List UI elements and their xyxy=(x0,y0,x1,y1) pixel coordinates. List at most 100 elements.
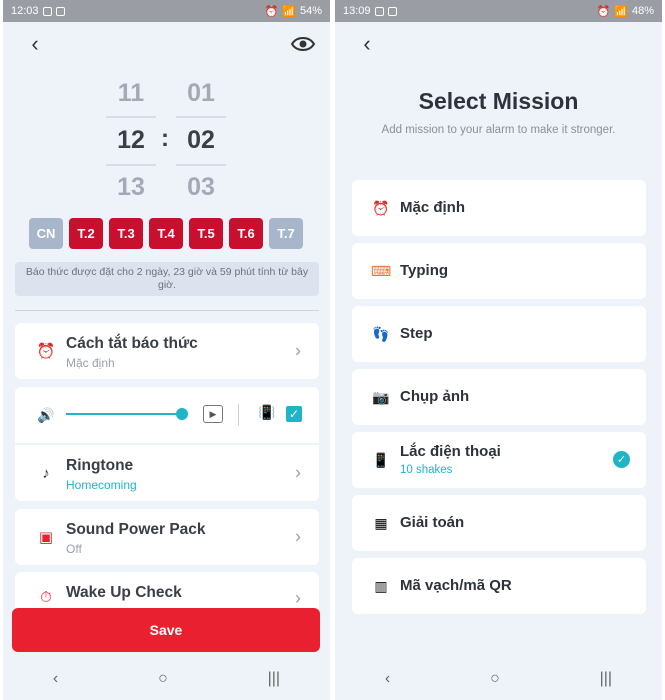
top-bar: ‹ xyxy=(3,22,330,66)
picker-line xyxy=(176,164,226,166)
mission-barcode[interactable]: ▥ Mã vạch/mã QR xyxy=(352,558,646,614)
nav-back-icon[interactable]: ‹ xyxy=(385,670,390,688)
mission-label: Step xyxy=(400,325,433,342)
wifi-icon: 📶 xyxy=(614,5,628,18)
speaker-icon: 🔊 xyxy=(37,407,55,423)
minute-selected: 02 xyxy=(187,126,215,154)
volume-row: 🔊 ▶ 📳 ✓ xyxy=(15,387,319,443)
alarm-clock-icon: ⏰ xyxy=(36,343,56,360)
info-line-1: Báo thức được đặt cho 2 ngày, 23 giờ và … xyxy=(25,266,309,278)
nav-home-icon[interactable]: ○ xyxy=(490,670,500,688)
alarm-info-banner: Báo thức được đặt cho 2 ngày, 23 giờ và … xyxy=(15,262,319,296)
top-bar: ‹ xyxy=(335,22,662,66)
picker-line xyxy=(106,116,156,118)
hour-selected: 12 xyxy=(117,126,145,154)
play-preview-button[interactable]: ▶ xyxy=(203,405,223,423)
select-mission-screen: 13:09 ⏰ 📶 48% ‹ Select Mission Add mission… xyxy=(335,0,662,700)
status-time: 13:09 xyxy=(343,5,371,17)
alarm-status-icon: ⏰ xyxy=(596,5,611,18)
status-bar: 13:09 ⏰ 📶 48% xyxy=(335,0,662,22)
calculator-icon: ▦ xyxy=(374,514,388,531)
day-t3[interactable]: T.3 xyxy=(109,218,143,249)
mission-math[interactable]: ▦ Giải toán xyxy=(352,495,646,551)
day-cn[interactable]: CN xyxy=(29,218,63,249)
mission-label: Typing xyxy=(400,262,449,279)
sound-power-pack-row[interactable]: ▣ Sound Power Pack Off › xyxy=(15,509,319,565)
nav-recents-icon[interactable]: ||| xyxy=(600,670,612,688)
picker-line xyxy=(106,164,156,166)
mission-label: Chụp ảnh xyxy=(400,388,470,405)
hour-wheel[interactable]: 11 12 13 xyxy=(106,70,156,211)
hour-next: 13 xyxy=(117,173,145,201)
day-t6[interactable]: T.6 xyxy=(229,218,263,249)
camera-icon: 📷 xyxy=(372,388,390,405)
chevron-right-icon: › xyxy=(295,462,301,483)
dismiss-method-row[interactable]: ⏰ Cách tắt báo thức Mặc định › xyxy=(15,323,319,379)
mission-photo[interactable]: 📷 Chụp ảnh xyxy=(352,369,646,425)
mission-shake[interactable]: 📱 Lắc điện thoại 10 shakes ✓ xyxy=(352,432,646,488)
android-nav-bar: ‹ ○ ||| xyxy=(335,658,662,700)
day-t2[interactable]: T.2 xyxy=(69,218,103,249)
check-circle-icon: ✓ xyxy=(613,451,630,468)
eye-icon[interactable] xyxy=(290,32,316,56)
hour-prev: 11 xyxy=(117,79,145,107)
alarm-edit-screen: 12:03 ⏰ 📶 54% ‹ 11 12 13 : 01 02 03 CN T.2… xyxy=(3,0,330,700)
mission-step[interactable]: 👣 Step xyxy=(352,306,646,362)
footprint-icon: 👣 xyxy=(372,325,390,342)
chevron-right-icon: › xyxy=(295,588,301,608)
info-line-2: giờ. xyxy=(158,279,176,291)
mission-default[interactable]: ⏰ Mặc định xyxy=(352,180,646,236)
battery-level: 48% xyxy=(631,5,654,17)
day-t5[interactable]: T.5 xyxy=(189,218,223,249)
day-t4[interactable]: T.4 xyxy=(149,218,183,249)
sound-pack-value: Off xyxy=(66,542,82,556)
save-button[interactable]: Save xyxy=(12,608,320,652)
picker-line xyxy=(176,116,226,118)
vibrate-icon: 📳 xyxy=(258,404,276,420)
mission-typing[interactable]: ⌨ Typing xyxy=(352,243,646,299)
shake-phone-icon: 📱 xyxy=(372,451,390,468)
volume-slider-track[interactable] xyxy=(66,413,182,415)
wifi-icon: 📶 xyxy=(282,5,296,18)
status-bar: 12:03 ⏰ 📶 54% xyxy=(3,0,330,22)
image-icon xyxy=(55,6,65,16)
volume-slider-handle[interactable] xyxy=(176,408,188,420)
ringtone-value: Homecoming xyxy=(66,478,137,492)
ringtone-row[interactable]: ♪ Ringtone Homecoming › xyxy=(15,445,319,501)
sound-pack-title: Sound Power Pack xyxy=(66,521,206,538)
dismiss-value: Mặc định xyxy=(66,356,115,370)
speaker-box-icon: ▣ xyxy=(38,529,54,546)
back-arrow-icon[interactable]: ‹ xyxy=(23,31,47,56)
alarm-icon: ⏰ xyxy=(372,199,390,216)
mission-label: Mặc định xyxy=(400,199,466,216)
mission-label: Lắc điện thoại xyxy=(400,443,501,460)
chevron-right-icon: › xyxy=(295,526,301,547)
minute-wheel[interactable]: 01 02 03 xyxy=(176,70,226,211)
status-time: 12:03 xyxy=(11,5,39,17)
notification-icon xyxy=(42,6,52,16)
back-arrow-icon[interactable]: ‹ xyxy=(355,31,379,56)
mission-sub: 10 shakes xyxy=(400,464,453,476)
mission-label: Giải toán xyxy=(400,514,465,531)
nav-back-icon[interactable]: ‹ xyxy=(53,670,58,688)
keyboard-icon: ⌨ xyxy=(370,262,392,279)
day-t7[interactable]: T.7 xyxy=(269,218,303,249)
dismiss-title: Cách tắt báo thức xyxy=(66,335,198,352)
ringtone-title: Ringtone xyxy=(66,457,134,474)
minute-prev: 01 xyxy=(187,79,215,107)
vibrate-checkbox[interactable]: ✓ xyxy=(286,406,302,422)
music-note-icon: ♪ xyxy=(42,464,50,482)
nav-home-icon[interactable]: ○ xyxy=(158,670,168,688)
android-nav-bar: ‹ ○ ||| xyxy=(3,658,330,700)
minute-next: 03 xyxy=(187,173,215,201)
divider xyxy=(238,404,239,426)
nav-recents-icon[interactable]: ||| xyxy=(268,670,280,688)
divider xyxy=(15,310,319,311)
timer-icon: ⏱ xyxy=(40,588,52,606)
chevron-right-icon: › xyxy=(295,340,301,361)
time-picker[interactable]: 11 12 13 : 01 02 03 xyxy=(3,70,330,210)
page-subtitle: Add mission to your alarm to make it str… xyxy=(381,124,616,136)
weekday-selector: CN T.2 T.3 T.4 T.5 T.6 T.7 xyxy=(29,218,303,249)
wake-check-title: Wake Up Check xyxy=(66,584,182,601)
page-title: Select Mission xyxy=(418,88,579,114)
